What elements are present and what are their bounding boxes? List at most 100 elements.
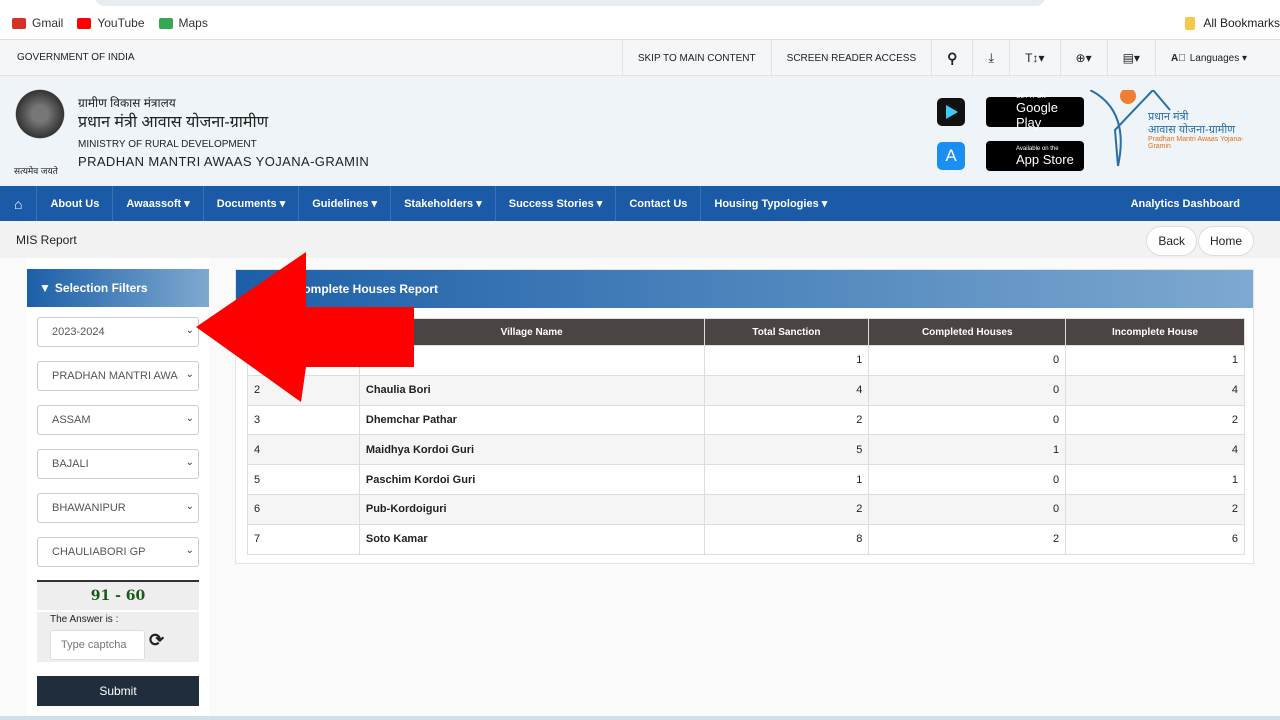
contrast-icon[interactable]: ⊕▾ [1059,40,1107,76]
column-header: Incomplete House [1065,318,1245,346]
refresh-icon[interactable]: ⟳ [149,630,164,651]
screen-reader-link[interactable]: SCREEN READER ACCESS [770,40,931,76]
search-icon[interactable]: ⚲ [931,40,972,76]
home-icon[interactable]: ⌂ [0,186,38,221]
completed-houses-cell: 0 [868,374,1067,406]
gmail-icon [12,17,26,29]
district-select[interactable]: BAJALI ⌄ [37,449,199,479]
chevron-down-icon: ⌄ [185,325,194,336]
total-sanction-cell: 5 [703,434,870,466]
serial-cell: 4 [247,434,360,466]
nav-contact-us[interactable]: Contact Us [616,186,702,221]
completed-houses-cell: 0 [868,404,1067,436]
completed-houses-cell: 0 [868,345,1067,376]
nav-analytics-dashboard[interactable]: Analytics Dashboard [1118,186,1253,221]
chevron-down-icon: ⌄ [185,457,194,468]
year-select[interactable]: 2023-2024 ⌄ [37,317,199,347]
ministry-name: MINISTRY OF RURAL DEVELOPMENT [78,139,257,150]
nav-awaassoft[interactable]: Awaassoft ▾ [113,186,204,221]
incomplete-house-cell: 1 [1065,464,1245,495]
home-button[interactable]: Home [1197,226,1254,256]
completed-houses-cell: 0 [868,493,1067,525]
skip-to-main-link[interactable]: SKIP TO MAIN CONTENT [621,40,771,76]
table-row: 4 Maidhya Kordoi Guri 5 1 4 [247,434,1245,466]
download-icon[interactable]: ⤓ [972,40,1009,76]
nav-stakeholders[interactable]: Stakeholders ▾ [391,186,496,221]
page-title: MIS Report [16,233,77,247]
scheme-name: PRADHAN MANTRI AWAAS YOJANA-GRAMIN [78,154,370,169]
total-sanction-cell: 2 [703,493,870,525]
emblem-motto: सत्यमेव जयते [14,166,58,176]
serial-cell: 7 [247,523,360,555]
app-store-icon[interactable]: A [937,142,965,170]
completed-houses-cell: 0 [868,464,1067,495]
incomplete-house-cell: 4 [1065,434,1245,466]
village-name-cell[interactable]: Maidhya Kordoi Guri [358,434,705,466]
hindi-scheme: प्रधान मंत्री आवास योजना-ग्रामीण [78,114,269,131]
pmay-g-logo[interactable]: प्रधान मंत्री आवास योजना-ग्रामीण Pradhan… [1089,88,1260,170]
chevron-down-icon: ⌄ [185,545,194,556]
column-header: Completed Houses [868,318,1067,346]
village-name-cell[interactable]: Paschim Kordoi Guri [358,464,705,495]
captcha-answer-group: The Answer is : ⟳ [37,612,199,662]
main-nav: ⌂ About Us Awaassoft ▾ Documents ▾ Guide… [0,186,1280,221]
nav-success-stories[interactable]: Success Stories ▾ [496,186,617,221]
chevron-down-icon: ⌄ [185,369,194,380]
answer-label: The Answer is : [50,614,119,625]
total-sanction-cell: 1 [703,345,870,376]
incomplete-house-cell: 1 [1065,345,1245,376]
nav-documents[interactable]: Documents ▾ [204,186,300,221]
captcha-question: 91 - 60 [37,580,199,610]
nav-guidelines[interactable]: Guidelines ▾ [299,186,392,221]
scheme-select[interactable]: PRADHAN MANTRI AWA ⌄ [37,361,199,391]
village-name-cell[interactable]: Soto Kamar [358,523,705,555]
incomplete-house-cell: 2 [1065,493,1245,525]
bookmark-gmail[interactable]: Gmail [12,16,63,30]
table-row: 6 Pub-Kordoiguri 2 0 2 [247,493,1245,525]
table-row: 5 Paschim Kordoi Guri 1 0 1 [247,464,1245,495]
selection-filters-panel: ▼ Selection Filters 2023-2024 ⌄ PRADHAN MA… [27,258,209,720]
panchayat-select[interactable]: CHAULIABORI GP ⌄ [37,537,199,567]
youtube-icon [77,17,92,29]
completed-houses-cell: 1 [868,434,1067,466]
bookmarks-bar: Gmail YouTube Maps All Bookmarks [0,0,1280,40]
submit-button[interactable]: Submit [37,676,199,706]
bookmark-maps[interactable]: Maps [158,16,208,30]
incomplete-house-cell: 4 [1065,374,1245,406]
horizontal-scrollbar[interactable] [0,716,1280,720]
total-sanction-cell: 8 [703,523,870,555]
total-sanction-cell: 1 [703,464,870,495]
nav-about-us[interactable]: About Us [37,186,114,221]
village-name-cell[interactable]: Pub-Kordoiguri [358,493,705,525]
gov-label: GOVERNMENT OF INDIA [17,52,135,63]
languages-dropdown[interactable]: A⃞ Languages ▾ [1154,40,1262,76]
display-icon[interactable]: ▤▾ [1106,40,1155,76]
maps-icon [158,17,173,29]
total-sanction-cell: 4 [703,374,870,406]
completed-houses-cell: 2 [868,523,1067,555]
serial-cell: 5 [247,464,360,495]
language-icon: A⃞ [1170,52,1186,64]
breadcrumb: MIS Report Back Home [0,221,1280,259]
block-select[interactable]: BHAWANIPUR ⌄ [37,493,199,523]
main-content: ▼ Selection Filters 2023-2024 ⌄ PRADHAN MA… [0,258,1280,720]
google-play-badge[interactable]: GET IT ON Google Play [986,94,1084,130]
table-row: 7 Soto Kamar 8 2 6 [247,523,1245,555]
text-size-icon[interactable]: T↕▾ [1009,40,1059,76]
state-select[interactable]: ASSAM ⌄ [37,405,199,435]
nav-housing-typologies[interactable]: Housing Typologies ▾ [701,186,840,221]
app-store-badge[interactable]: Available on the App Store [986,141,1084,171]
filter-icon: ▼ [39,281,51,295]
play-store-icon[interactable] [937,98,965,126]
back-button[interactable]: Back [1146,226,1197,256]
hindi-ministry: ग्रामीण विकास मंत्रालय [78,96,176,110]
red-arrow-annotation [196,252,414,402]
captcha-input[interactable] [50,630,145,660]
bookmark-youtube[interactable]: YouTube [77,16,145,30]
chevron-down-icon: ⌄ [185,501,194,512]
all-bookmarks[interactable]: All Bookmarks [1185,16,1280,30]
address-bar[interactable] [95,0,1045,6]
serial-cell: 6 [247,493,360,525]
serial-cell: 3 [247,404,360,436]
village-name-cell[interactable]: Dhemchar Pathar [358,404,705,436]
